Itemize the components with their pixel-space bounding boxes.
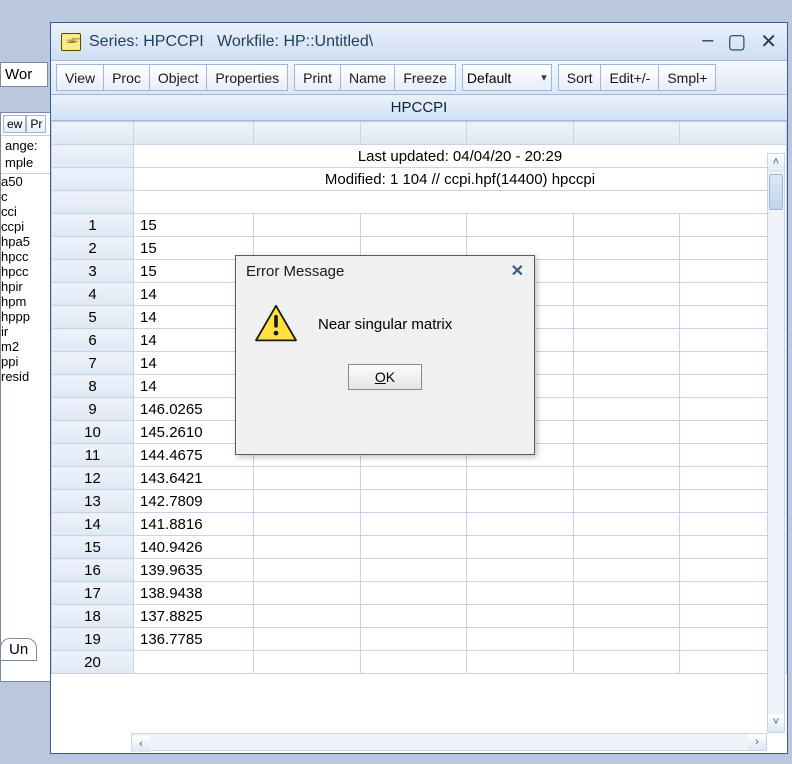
workfile-object[interactable]: hpir — [1, 279, 57, 294]
view-button[interactable]: View — [56, 64, 104, 91]
row-index: 13 — [52, 490, 134, 513]
row-index: 4 — [52, 283, 134, 306]
table-row[interactable]: 17138.9438 — [52, 582, 787, 605]
table-row[interactable]: 14141.8816 — [52, 513, 787, 536]
cell-value[interactable]: 141.8816 — [134, 513, 254, 536]
workfile-object[interactable]: ppi — [1, 354, 57, 369]
properties-button[interactable]: Properties — [207, 64, 288, 91]
cell-value[interactable]: 136.7785 — [134, 628, 254, 651]
workfile-object[interactable]: hpa5 — [1, 234, 57, 249]
bg-view-btn[interactable]: ew — [3, 115, 26, 133]
name-button[interactable]: Name — [341, 64, 395, 91]
dialog-title: Error Message — [246, 263, 344, 280]
workfile-object[interactable]: ccpi — [1, 219, 57, 234]
cell-value[interactable]: 138.9438 — [134, 582, 254, 605]
horizontal-scrollbar[interactable]: ‹ › — [131, 733, 767, 751]
scroll-right-button[interactable]: › — [748, 734, 766, 750]
table-row[interactable]: 20 — [52, 651, 787, 674]
workfile-object[interactable]: hpcc — [1, 264, 57, 279]
bg-pr-btn[interactable]: Pr — [26, 115, 46, 133]
table-row[interactable]: 12143.6421 — [52, 467, 787, 490]
row-index: 14 — [52, 513, 134, 536]
row-index: 17 — [52, 582, 134, 605]
scroll-left-button[interactable]: ‹ — [132, 736, 150, 752]
last-updated-label: Last updated: 04/04/20 - 20:29 — [134, 145, 787, 168]
row-index: 6 — [52, 329, 134, 352]
cell-value[interactable]: 139.9635 — [134, 559, 254, 582]
object-button[interactable]: Object — [150, 64, 207, 91]
series-icon — [61, 33, 81, 51]
minimize-button[interactable]: – — [702, 29, 713, 54]
smpl-button[interactable]: Smpl+ — [659, 64, 716, 91]
bg-untitled-tab[interactable]: Un — [0, 638, 37, 661]
modified-label: Modified: 1 104 // ccpi.hpf(14400) hpccp… — [134, 168, 787, 191]
titlebar: Series: HPCCPI Workfile: HP::Untitled\ –… — [51, 23, 787, 61]
row-index: 20 — [52, 651, 134, 674]
workfile-object[interactable]: ir — [1, 324, 57, 339]
row-index: 7 — [52, 352, 134, 375]
row-index: 18 — [52, 605, 134, 628]
bg-range-label: ange: — [1, 136, 57, 155]
cell-value[interactable]: 15 — [134, 214, 254, 237]
toolbar: View Proc Object Properties Print Name F… — [51, 61, 787, 95]
cell-value[interactable]: 143.6421 — [134, 467, 254, 490]
series-window: Series: HPCCPI Workfile: HP::Untitled\ –… — [50, 22, 788, 754]
table-row[interactable]: 13142.7809 — [52, 490, 787, 513]
vertical-scrollbar[interactable]: ˄ ˅ — [767, 153, 785, 733]
print-button[interactable]: Print — [294, 64, 341, 91]
row-index: 19 — [52, 628, 134, 651]
cell-value[interactable]: 140.9426 — [134, 536, 254, 559]
edit-button[interactable]: Edit+/- — [601, 64, 659, 91]
row-index: 8 — [52, 375, 134, 398]
proc-button[interactable]: Proc — [104, 64, 150, 91]
cell-value[interactable]: 142.7809 — [134, 490, 254, 513]
warning-icon — [254, 304, 298, 344]
row-index: 3 — [52, 260, 134, 283]
workfile-object[interactable]: c — [1, 189, 57, 204]
row-index: 2 — [52, 237, 134, 260]
ok-button[interactable]: OK — [348, 364, 422, 390]
workfile-object[interactable]: m2 — [1, 339, 57, 354]
bg-workfile-tab: Wor — [0, 62, 48, 87]
maximize-button[interactable]: ▢ — [727, 29, 746, 54]
cell-value[interactable]: 137.8825 — [134, 605, 254, 628]
workfile-object[interactable]: cci — [1, 204, 57, 219]
dialog-close-button[interactable]: ✕ — [511, 261, 524, 281]
row-index: 15 — [52, 536, 134, 559]
scroll-down-button[interactable]: ˅ — [768, 714, 784, 732]
scroll-up-button[interactable]: ˄ — [768, 154, 784, 172]
table-row[interactable]: 18137.8825 — [52, 605, 787, 628]
bg-sample-label: mple — [1, 155, 57, 174]
window-title: Series: HPCCPI Workfile: HP::Untitled\ — [89, 33, 702, 51]
error-dialog: Error Message ✕ Near singular matrix OK — [235, 255, 535, 455]
workfile-object[interactable]: hpm — [1, 294, 57, 309]
cell-value[interactable] — [134, 651, 254, 674]
workfile-object[interactable]: hppp — [1, 309, 57, 324]
freeze-button[interactable]: Freeze — [395, 64, 456, 91]
scroll-thumb[interactable] — [769, 174, 783, 210]
table-row[interactable]: 16139.9635 — [52, 559, 787, 582]
table-row[interactable]: 19136.7785 — [52, 628, 787, 651]
workfile-object[interactable]: resid — [1, 369, 57, 384]
view-mode-select[interactable]: Default▾ — [462, 64, 552, 91]
series-header: HPCCPI — [51, 95, 787, 121]
table-row[interactable]: 115 — [52, 214, 787, 237]
row-index: 12 — [52, 467, 134, 490]
row-index: 10 — [52, 421, 134, 444]
row-index: 5 — [52, 306, 134, 329]
row-index: 11 — [52, 444, 134, 467]
close-button[interactable]: ✕ — [760, 29, 777, 54]
sort-button[interactable]: Sort — [558, 64, 602, 91]
dialog-message: Near singular matrix — [318, 316, 452, 333]
table-row[interactable]: 15140.9426 — [52, 536, 787, 559]
workfile-object[interactable]: a50 — [1, 174, 57, 189]
row-index: 9 — [52, 398, 134, 421]
chevron-down-icon: ▾ — [541, 71, 547, 84]
row-index: 16 — [52, 559, 134, 582]
workfile-object[interactable]: hpcc — [1, 249, 57, 264]
row-index: 1 — [52, 214, 134, 237]
